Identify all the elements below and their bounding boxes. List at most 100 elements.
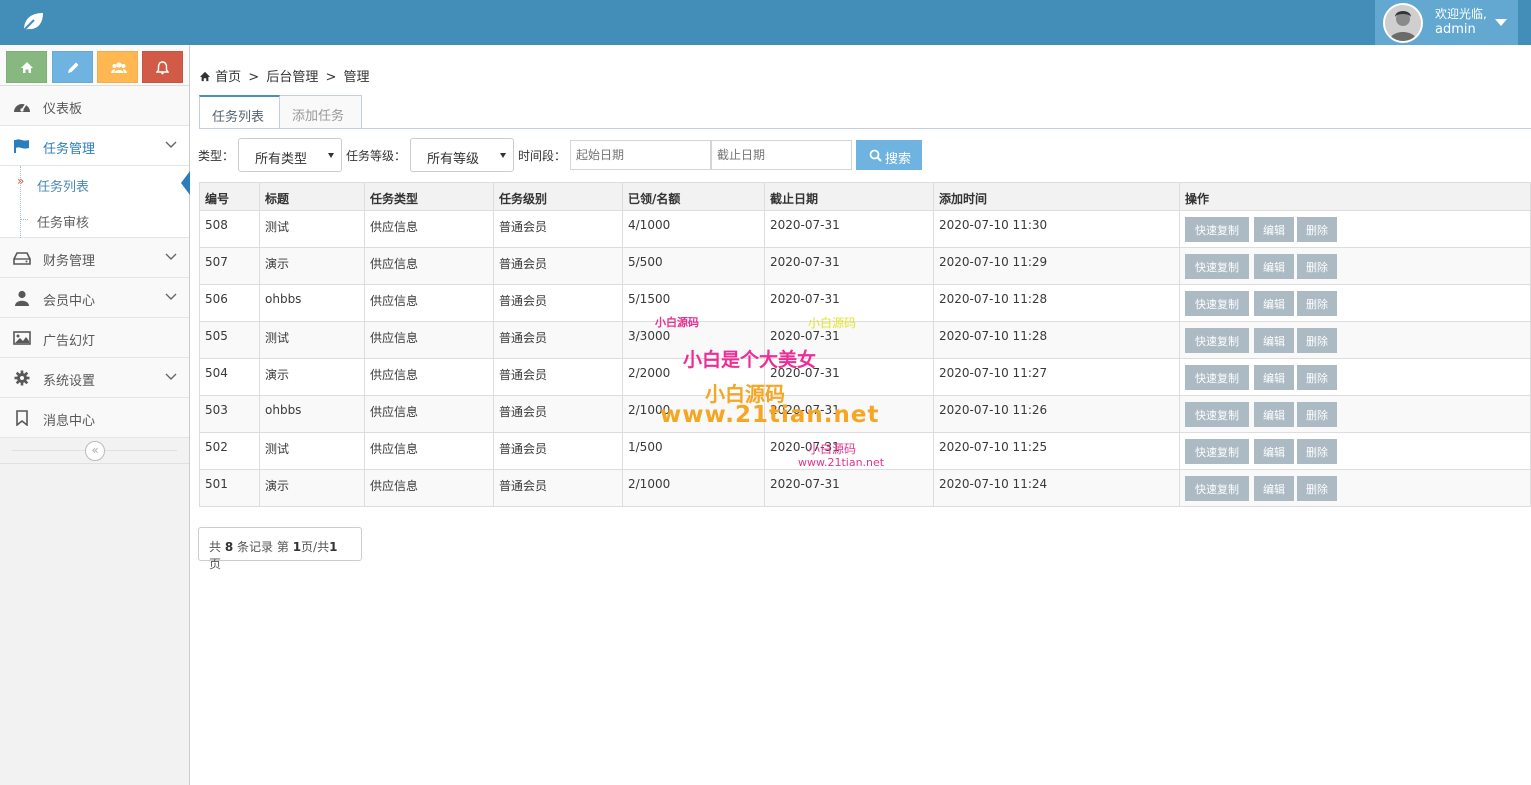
column-header[interactable]: 截止日期 bbox=[764, 183, 933, 210]
avatar bbox=[1383, 3, 1423, 43]
breadcrumb-admin-link[interactable]: 后台管理 bbox=[266, 70, 318, 85]
table-cell: 普通会员 bbox=[493, 248, 622, 284]
table-cell: 普通会员 bbox=[493, 433, 622, 469]
quick-copy-button[interactable]: 快速复制 bbox=[1185, 217, 1249, 242]
watermark-text: 小白源码 bbox=[808, 316, 857, 330]
double-angle-right-icon: » bbox=[17, 174, 25, 188]
table-header-row: 编号 标题 任务类型 任务级别 已领/名额 截止日期 添加时间 操作 bbox=[199, 182, 1531, 211]
sidebar-item-messages[interactable]: 消息中心 bbox=[0, 398, 189, 438]
submenu-dash bbox=[20, 219, 28, 220]
user-menu[interactable]: 欢迎光临, admin bbox=[1375, 0, 1518, 45]
pager-total: 8 bbox=[224, 540, 234, 554]
username: admin bbox=[1435, 22, 1476, 37]
type-select[interactable]: 所有类型 bbox=[238, 138, 342, 172]
start-date-input[interactable] bbox=[570, 140, 711, 170]
column-header[interactable]: 任务级别 bbox=[493, 183, 622, 210]
quick-copy-button[interactable]: 快速复制 bbox=[1185, 402, 1249, 427]
breadcrumb-current: 管理 bbox=[343, 70, 370, 85]
delete-button[interactable]: 删除 bbox=[1297, 291, 1337, 316]
hdd-icon bbox=[13, 252, 31, 265]
table-cell: 供应信息 bbox=[364, 322, 493, 358]
search-button[interactable]: 搜索 bbox=[856, 140, 922, 170]
table-cell: 504 bbox=[199, 359, 259, 395]
quick-copy-button[interactable]: 快速复制 bbox=[1185, 291, 1249, 316]
pager-page: 1 bbox=[292, 540, 302, 554]
level-select[interactable]: 所有等级 bbox=[410, 138, 514, 172]
table-cell: 普通会员 bbox=[493, 470, 622, 506]
table-cell: 2020-07-10 11:25 bbox=[933, 433, 1179, 469]
table-cell: 2020-07-10 11:26 bbox=[933, 396, 1179, 432]
sidebar-item-label: 任务管理 bbox=[43, 142, 96, 157]
watermark-text: www.21tian.net bbox=[660, 402, 880, 428]
delete-button[interactable]: 删除 bbox=[1297, 217, 1337, 242]
table-cell: 供应信息 bbox=[364, 359, 493, 395]
quick-copy-button[interactable]: 快速复制 bbox=[1185, 328, 1249, 353]
sidebar-item-finance[interactable]: 财务管理 bbox=[0, 238, 189, 278]
quick-copy-button[interactable]: 快速复制 bbox=[1185, 439, 1249, 464]
sidebar-item-members[interactable]: 会员中心 bbox=[0, 278, 189, 318]
watermark-text: 小白源码 bbox=[808, 442, 857, 456]
edit-button[interactable]: 编辑 bbox=[1254, 328, 1294, 353]
double-angle-left-icon[interactable]: « bbox=[85, 441, 105, 461]
column-header: 操作 bbox=[1179, 183, 1531, 210]
shortcut-home-button[interactable] bbox=[6, 51, 47, 83]
edit-button[interactable]: 编辑 bbox=[1254, 439, 1294, 464]
user-avatar-icon bbox=[1385, 5, 1421, 41]
table-cell: 测试 bbox=[259, 433, 364, 469]
breadcrumb-home-link[interactable]: 首页 bbox=[215, 70, 241, 85]
caret-down-icon[interactable] bbox=[1495, 19, 1507, 26]
table-cell: 2020-07-31 bbox=[764, 248, 933, 284]
sidebar-subitem-task-review[interactable]: 任务审核 bbox=[0, 202, 189, 238]
table-cell: 普通会员 bbox=[493, 396, 622, 432]
table-cell: 2020-07-10 11:28 bbox=[933, 285, 1179, 321]
level-select-value: 所有等级 bbox=[427, 152, 480, 167]
edit-button[interactable]: 编辑 bbox=[1254, 217, 1294, 242]
tab-task-list[interactable]: 任务列表 bbox=[199, 95, 280, 129]
dashboard-icon bbox=[14, 103, 30, 112]
sidebar-item-label: 系统设置 bbox=[43, 374, 96, 389]
welcome-text: 欢迎光临, admin bbox=[1435, 7, 1487, 37]
table-cell: 普通会员 bbox=[493, 359, 622, 395]
user-icon bbox=[15, 290, 29, 306]
column-header[interactable]: 标题 bbox=[259, 183, 364, 210]
sidebar-item-tasks[interactable]: 任务管理 bbox=[0, 126, 189, 166]
caret-down-icon bbox=[500, 153, 506, 158]
shortcut-bell-button[interactable] bbox=[142, 51, 183, 83]
edit-button[interactable]: 编辑 bbox=[1254, 254, 1294, 279]
welcome-label: 欢迎光临, bbox=[1435, 7, 1487, 21]
delete-button[interactable]: 删除 bbox=[1297, 402, 1337, 427]
delete-button[interactable]: 删除 bbox=[1297, 365, 1337, 390]
home-icon bbox=[199, 71, 211, 82]
column-header[interactable]: 已领/名额 bbox=[622, 183, 764, 210]
sidebar-item-dashboard[interactable]: 仪表板 bbox=[0, 86, 189, 126]
watermark-text: www.21tian.net bbox=[798, 456, 885, 469]
end-date-input[interactable] bbox=[711, 140, 852, 170]
sidebar-subitem-task-list[interactable]: » 任务列表 bbox=[0, 166, 189, 202]
sidebar-submenu-tasks: » 任务列表 任务审核 bbox=[0, 166, 189, 238]
table-cell: ohbbs bbox=[259, 285, 364, 321]
leaf-logo-icon[interactable] bbox=[20, 10, 46, 34]
tab-add-task[interactable]: 添加任务 bbox=[280, 95, 362, 129]
delete-button[interactable]: 删除 bbox=[1297, 476, 1337, 501]
column-header[interactable]: 任务类型 bbox=[364, 183, 493, 210]
delete-button[interactable]: 删除 bbox=[1297, 439, 1337, 464]
shortcut-edit-button[interactable] bbox=[52, 51, 93, 83]
pager-pages: 1 bbox=[329, 540, 338, 554]
quick-copy-button[interactable]: 快速复制 bbox=[1185, 365, 1249, 390]
table-row: 506 ohbbs 供应信息 普通会员 5/1500 2020-07-31 2020-07-… bbox=[199, 285, 1531, 322]
delete-button[interactable]: 删除 bbox=[1297, 254, 1337, 279]
column-header[interactable]: 添加时间 bbox=[933, 183, 1179, 210]
edit-button[interactable]: 编辑 bbox=[1254, 402, 1294, 427]
edit-button[interactable]: 编辑 bbox=[1254, 365, 1294, 390]
column-header[interactable]: 编号 bbox=[199, 183, 259, 210]
table-cell: 5/500 bbox=[622, 248, 764, 284]
shortcut-users-button[interactable] bbox=[97, 51, 138, 83]
edit-button[interactable]: 编辑 bbox=[1254, 476, 1294, 501]
sidebar-item-ads[interactable]: 广告幻灯 bbox=[0, 318, 189, 358]
quick-copy-button[interactable]: 快速复制 bbox=[1185, 476, 1249, 501]
sidebar-item-settings[interactable]: 系统设置 bbox=[0, 358, 189, 398]
delete-button[interactable]: 删除 bbox=[1297, 328, 1337, 353]
table-cell: 供应信息 bbox=[364, 285, 493, 321]
quick-copy-button[interactable]: 快速复制 bbox=[1185, 254, 1249, 279]
edit-button[interactable]: 编辑 bbox=[1254, 291, 1294, 316]
